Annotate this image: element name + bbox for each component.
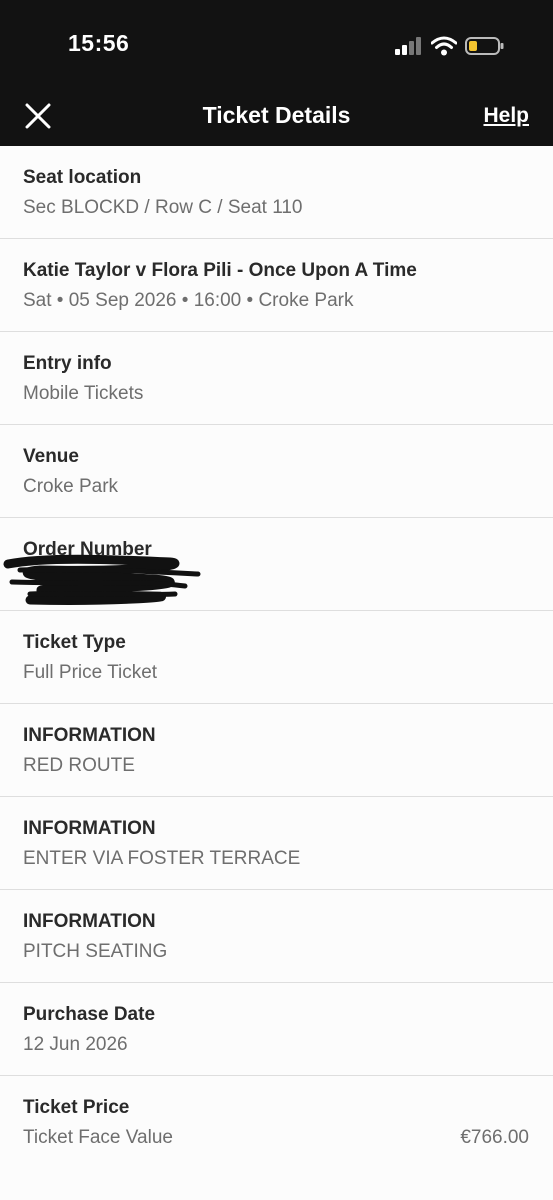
row-purchase-date: Purchase Date 12 Jun 2026	[0, 983, 553, 1076]
row-information-seating: INFORMATION PITCH SEATING	[0, 890, 553, 983]
row-venue: Venue Croke Park	[0, 425, 553, 518]
status-icons	[395, 36, 505, 56]
nav-bar: Ticket Details Help	[0, 88, 553, 146]
ticket-details-list: Seat location Sec BLOCKD / Row C / Seat …	[0, 146, 553, 1169]
row-value: Mobile Tickets	[23, 383, 144, 404]
row-entry-info: Entry info Mobile Tickets	[0, 332, 553, 425]
row-value: RED ROUTE	[23, 755, 135, 776]
row-label: Purchase Date	[23, 1004, 156, 1025]
row-label: INFORMATION	[23, 911, 156, 932]
status-time: 15:56	[68, 30, 130, 56]
row-value: Sat • 05 Sep 2026 • 16:00 • Croke Park	[23, 290, 354, 311]
close-icon[interactable]	[22, 100, 54, 132]
ticket-price-amount: €766.00	[460, 1127, 529, 1148]
row-value: PITCH SEATING	[23, 941, 168, 962]
signal-icon	[395, 37, 421, 55]
battery-icon	[465, 37, 504, 55]
row-label: Venue	[23, 446, 79, 467]
page-title: Ticket Details	[202, 102, 351, 128]
row-label: Ticket Price	[23, 1097, 130, 1118]
row-value: Sec BLOCKD / Row C / Seat 110	[23, 197, 303, 218]
row-value: Croke Park	[23, 476, 119, 497]
row-label: Katie Taylor v Flora Pili - Once Upon A …	[23, 260, 417, 281]
redaction-scribble	[3, 554, 201, 605]
row-event: Katie Taylor v Flora Pili - Once Upon A …	[0, 239, 553, 332]
row-label: Entry info	[23, 353, 112, 374]
row-information-entrance: INFORMATION ENTER VIA FOSTER TERRACE	[0, 797, 553, 890]
row-ticket-type: Ticket Type Full Price Ticket	[0, 611, 553, 704]
row-label: Seat location	[23, 167, 142, 188]
status-bar: 15:56	[0, 0, 553, 88]
wifi-icon	[431, 36, 457, 56]
row-value: Ticket Face Value	[23, 1127, 173, 1148]
row-ticket-price: Ticket Price Ticket Face Value €766.00	[0, 1076, 553, 1169]
row-value: ENTER VIA FOSTER TERRACE	[23, 848, 301, 869]
help-link[interactable]: Help	[483, 104, 529, 128]
row-order-number: Order Number	[0, 518, 553, 611]
row-label: Ticket Type	[23, 632, 126, 653]
row-value: 12 Jun 2026	[23, 1034, 128, 1055]
row-seat-location: Seat location Sec BLOCKD / Row C / Seat …	[0, 146, 553, 239]
row-information-route: INFORMATION RED ROUTE	[0, 704, 553, 797]
row-label: INFORMATION	[23, 725, 156, 746]
row-value: Full Price Ticket	[23, 662, 158, 683]
row-label: INFORMATION	[23, 818, 156, 839]
